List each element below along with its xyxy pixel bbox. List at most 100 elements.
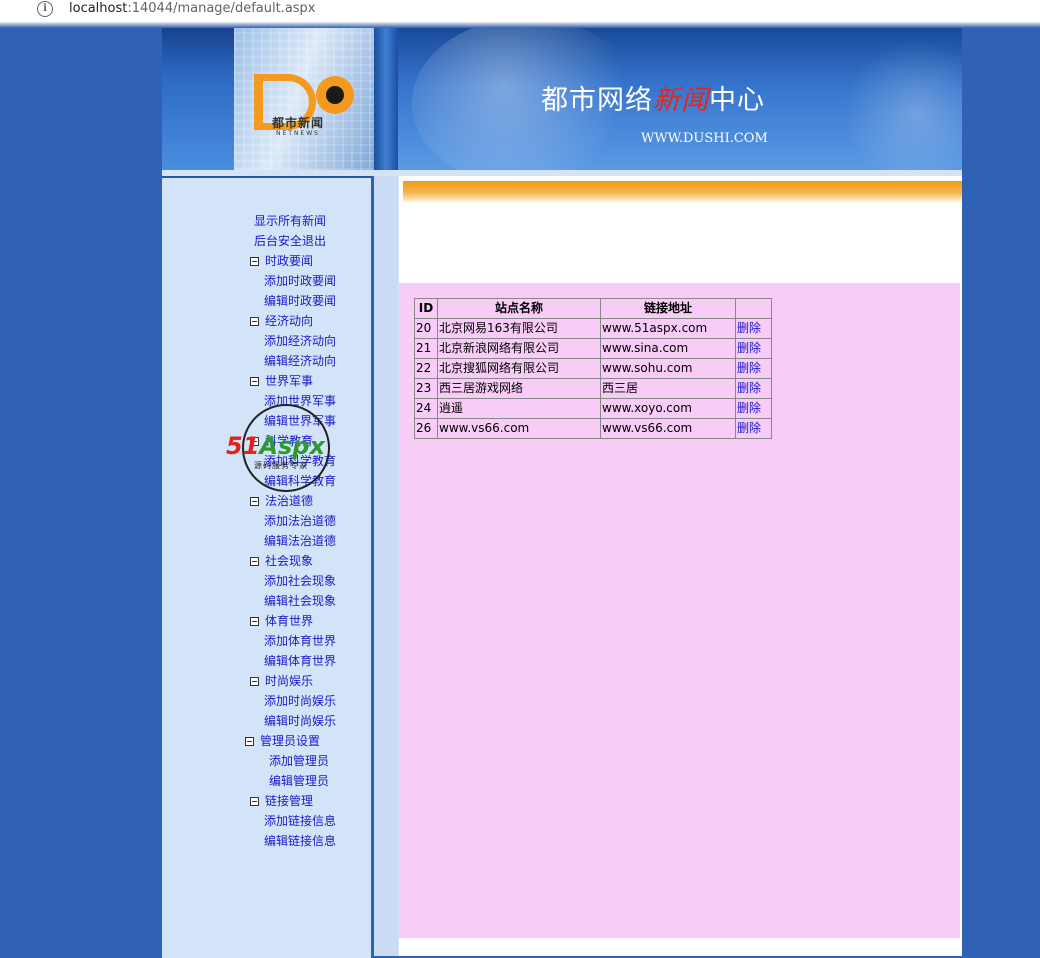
cell-id: 23 — [414, 378, 438, 399]
header-action — [735, 298, 772, 319]
table-row: 23 西三居游戏网络 西三居 删除 — [414, 378, 772, 399]
nav-link[interactable]: 添加链接信息 — [242, 811, 336, 831]
collapse-toggle-icon[interactable] — [250, 377, 259, 386]
nav-label: 添加链接信息 — [264, 814, 337, 828]
site-url: WWW.DUSHI.COM — [641, 131, 768, 146]
nav-label: 编辑体育世界 — [264, 654, 337, 668]
browser-address-bar[interactable]: i localhost:14044/manage/default.aspx — [0, 0, 1040, 28]
nav-link[interactable]: 编辑经济动向 — [242, 351, 336, 371]
cell-link-url: 西三居 — [600, 378, 736, 399]
nav-label: 管理员设置 — [260, 734, 321, 748]
nav-group[interactable]: 世界军事 — [242, 371, 336, 391]
nav-label: 添加管理员 — [269, 754, 330, 768]
collapse-toggle-icon[interactable] — [250, 257, 259, 266]
nav-link[interactable]: 编辑体育世界 — [242, 651, 336, 671]
cell-id: 21 — [414, 338, 438, 359]
cell-link-url: www.sohu.com — [600, 358, 736, 379]
nav-label: 编辑管理员 — [269, 774, 330, 788]
nav-label: 添加经济动向 — [264, 334, 337, 348]
left-navigation: 显示所有新闻 后台安全退出 时政要闻 添加时政要闻 编辑时政要闻 经济动向 添加经济动向 编辑… — [162, 176, 371, 958]
cell-site-name: 北京搜狐网络有限公司 — [437, 358, 601, 379]
nav-link[interactable]: 编辑链接信息 — [242, 831, 336, 851]
nav-group[interactable]: 时政要闻 — [242, 251, 336, 271]
watermark-subtitle: 源码服务专家 — [254, 461, 308, 470]
nav-label: 编辑法治道德 — [264, 534, 337, 548]
cell-id: 24 — [414, 398, 438, 419]
nav-gap — [374, 176, 398, 956]
collapse-toggle-icon[interactable] — [250, 317, 259, 326]
nav-link[interactable]: 显示所有新闻 — [242, 211, 336, 231]
nav-group[interactable]: 链接管理 — [242, 791, 336, 811]
content-panel: ID 站点名称 链接地址 20 北京网易163有限公司 www.51aspx.com… — [399, 283, 960, 938]
nav-link[interactable]: 编辑社会现象 — [242, 591, 336, 611]
collapse-toggle-icon[interactable] — [250, 617, 259, 626]
collapse-toggle-icon[interactable] — [250, 677, 259, 686]
nav-link[interactable]: 添加经济动向 — [242, 331, 336, 351]
table-row: 22 北京搜狐网络有限公司 www.sohu.com 删除 — [414, 358, 772, 379]
delete-link[interactable]: 删除 — [735, 338, 772, 359]
nav-link[interactable]: 添加管理员 — [242, 751, 336, 771]
cell-id: 20 — [414, 318, 438, 339]
collapse-toggle-icon[interactable] — [250, 497, 259, 506]
logo-text: 都市新闻 — [272, 116, 325, 130]
nav-label: 法治道德 — [265, 494, 314, 508]
cell-site-name: www.vs66.com — [437, 418, 601, 439]
nav-label: 编辑时政要闻 — [264, 294, 337, 308]
cell-link-url: www.51aspx.com — [600, 318, 736, 339]
nav-label: 添加时政要闻 — [264, 274, 337, 288]
nav-label: 添加体育世界 — [264, 634, 337, 648]
collapse-toggle-icon[interactable] — [250, 557, 259, 566]
delete-link[interactable]: 删除 — [735, 418, 772, 439]
url-host: localhost — [69, 1, 128, 16]
header-id: ID — [414, 298, 438, 319]
nav-link[interactable]: 后台安全退出 — [242, 231, 336, 251]
url-path: :14044/manage/default.aspx — [127, 1, 316, 16]
delete-link[interactable]: 删除 — [735, 378, 772, 399]
site-title-red: 新闻 — [653, 85, 709, 116]
nav-label: 显示所有新闻 — [254, 214, 327, 228]
cell-id: 22 — [414, 358, 438, 379]
nav-link[interactable]: 添加法治道德 — [242, 511, 336, 531]
site-title: 都市网络新闻中心 — [541, 78, 765, 117]
logo-subtext: NETNEWS — [276, 130, 320, 137]
cell-site-name: 西三居游戏网络 — [437, 378, 601, 399]
nav-group[interactable]: 管理员设置 — [242, 731, 336, 751]
nav-link[interactable]: 添加体育世界 — [242, 631, 336, 651]
cell-site-name: 北京新浪网络有限公司 — [437, 338, 601, 359]
nav-label: 后台安全退出 — [254, 234, 327, 248]
nav-group[interactable]: 体育世界 — [242, 611, 336, 631]
table-row: 21 北京新浪网络有限公司 www.sina.com 删除 — [414, 338, 772, 359]
nav-label: 添加法治道德 — [264, 514, 337, 528]
collapse-toggle-icon[interactable] — [250, 797, 259, 806]
nav-group[interactable]: 社会现象 — [242, 551, 336, 571]
nav-link[interactable]: 添加社会现象 — [242, 571, 336, 591]
nav-link[interactable]: 添加时尚娱乐 — [242, 691, 336, 711]
table-row: 26 www.vs66.com www.vs66.com 删除 — [414, 418, 772, 439]
site-title-part-b: 中心 — [709, 85, 765, 116]
nav-link[interactable]: 编辑管理员 — [242, 771, 336, 791]
table-header-row: ID 站点名称 链接地址 — [414, 298, 772, 319]
collapse-toggle-icon[interactable] — [245, 737, 254, 746]
nav-group[interactable]: 经济动向 — [242, 311, 336, 331]
url-text[interactable]: localhost:14044/manage/default.aspx — [69, 1, 316, 16]
watermark: 51Aspx 源码服务专家 — [226, 402, 356, 494]
delete-link[interactable]: 删除 — [735, 318, 772, 339]
nav-label: 经济动向 — [265, 314, 314, 328]
nav-link[interactable]: 添加时政要闻 — [242, 271, 336, 291]
nav-label: 编辑经济动向 — [264, 354, 337, 368]
nav-link[interactable]: 编辑时政要闻 — [242, 291, 336, 311]
info-icon[interactable]: i — [37, 1, 53, 17]
cell-link-url: www.vs66.com — [600, 418, 736, 439]
header-site-name: 站点名称 — [437, 298, 601, 319]
banner-separator — [374, 28, 398, 170]
site-banner: 都市新闻 NETNEWS 都市网络新闻中心 WWW.DUSHI.COM — [162, 28, 962, 170]
nav-link[interactable]: 编辑时尚娱乐 — [242, 711, 336, 731]
nav-link[interactable]: 编辑法治道德 — [242, 531, 336, 551]
header-link-url: 链接地址 — [600, 298, 736, 319]
delete-link[interactable]: 删除 — [735, 398, 772, 419]
nav-group[interactable]: 法治道德 — [242, 491, 336, 511]
nav-group[interactable]: 时尚娱乐 — [242, 671, 336, 691]
table-row: 24 逍遥 www.xoyo.com 删除 — [414, 398, 772, 419]
nav-label: 世界军事 — [265, 374, 314, 388]
delete-link[interactable]: 删除 — [735, 358, 772, 379]
